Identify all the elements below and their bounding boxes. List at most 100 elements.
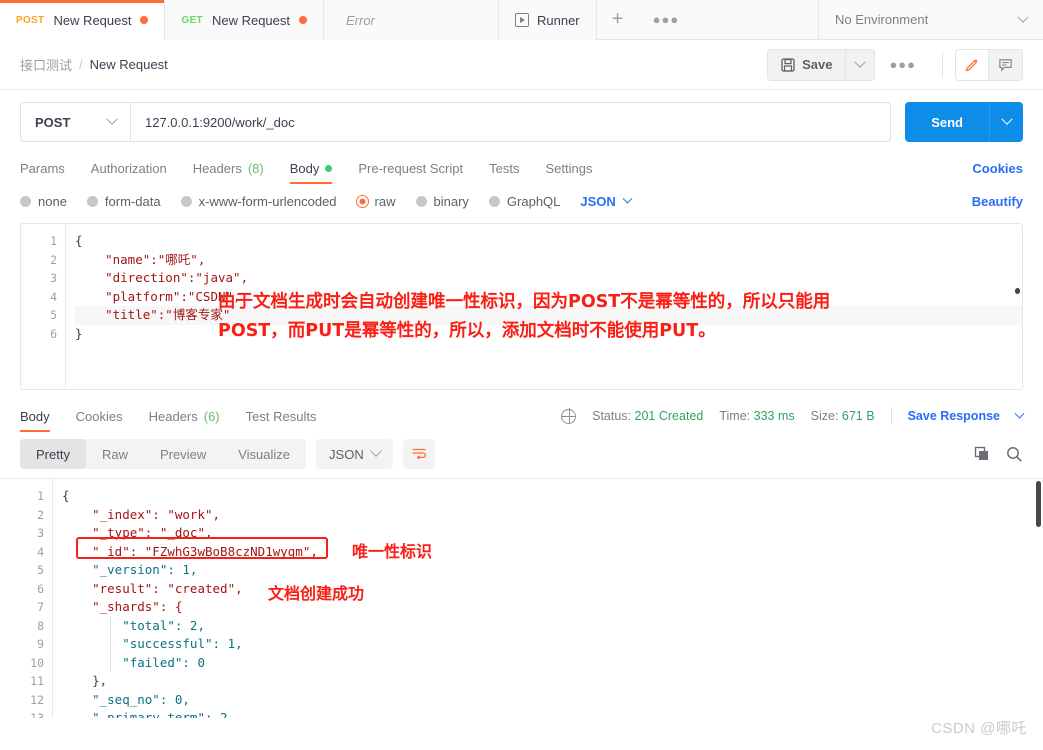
- tab-label: Body: [20, 408, 50, 424]
- comment-button[interactable]: [989, 48, 1023, 81]
- tab-title: New Request: [211, 12, 290, 28]
- line-number: 10: [30, 655, 44, 670]
- line-number: 5: [37, 563, 44, 577]
- new-tab-button[interactable]: +: [597, 0, 639, 39]
- save-response-button[interactable]: Save Response: [908, 409, 1000, 423]
- code-line: "_version": 1,: [62, 562, 198, 577]
- breadcrumb-collection[interactable]: 接口测试: [20, 55, 72, 74]
- body-format-selector[interactable]: JSON: [580, 193, 633, 209]
- scrollbar-thumb[interactable]: [1015, 288, 1020, 294]
- tab-params[interactable]: Params: [20, 152, 65, 184]
- scrollbar-thumb[interactable]: [1036, 481, 1041, 527]
- body-type-urlencoded[interactable]: x-www-form-urlencoded: [180, 194, 337, 209]
- tab-pre-request-script[interactable]: Pre-request Script: [358, 152, 463, 184]
- code-line: },: [62, 673, 108, 688]
- comment-icon: [999, 59, 1012, 72]
- line-number: 3: [37, 526, 44, 540]
- code-area: 1 2 3 4 5 6 7 8 9 10 11 12 13 14 { "_ind…: [0, 479, 1043, 718]
- response-toolbar: Pretty Raw Preview Visualize JSON: [0, 434, 1043, 474]
- save-button[interactable]: Save: [767, 48, 846, 81]
- tab-body[interactable]: Body: [289, 152, 333, 184]
- response-format-selector[interactable]: JSON: [316, 439, 393, 469]
- watermark: CSDN @哪吒: [931, 720, 1027, 737]
- response-body-viewer[interactable]: 1 2 3 4 5 6 7 8 9 10 11 12 13 14 { "_ind…: [0, 478, 1043, 718]
- tab-title: New Request: [53, 12, 132, 28]
- request-tab-error[interactable]: Error: [324, 0, 499, 40]
- size-label: Size:: [810, 409, 839, 423]
- chevron-down-icon: [1017, 11, 1029, 23]
- request-tab-get[interactable]: GET New Request: [165, 0, 324, 40]
- indent-guide: [110, 616, 111, 672]
- copy-icon[interactable]: [974, 446, 990, 462]
- runner-button[interactable]: Runner: [499, 0, 597, 40]
- tab-authorization[interactable]: Authorization: [91, 152, 167, 184]
- runner-play-icon: [515, 13, 529, 27]
- body-type-binary[interactable]: binary: [415, 194, 469, 209]
- word-wrap-button[interactable]: [402, 439, 435, 469]
- code-lines[interactable]: { "_index": "work", "_type": "_doc", "_i…: [52, 479, 1043, 718]
- code-line: {: [62, 488, 70, 503]
- body-type-graphql[interactable]: GraphQL: [488, 194, 560, 209]
- breadcrumb-row: 接口测试 / New Request Save ●●●: [0, 40, 1043, 90]
- save-label: Save: [802, 57, 833, 72]
- edit-request-button[interactable]: [955, 48, 989, 81]
- chevron-down-icon: [1000, 113, 1013, 125]
- method-selector[interactable]: POST: [20, 102, 130, 142]
- line-number: 1: [50, 234, 57, 248]
- url-input[interactable]: 127.0.0.1:9200/work/_doc: [130, 102, 892, 142]
- request-tab-post[interactable]: POST New Request: [0, 0, 166, 40]
- code-line: "direction":"java",: [75, 270, 249, 285]
- tab-settings[interactable]: Settings: [545, 152, 592, 184]
- tab-tests[interactable]: Tests: [489, 152, 519, 184]
- line-number: 1: [37, 489, 44, 503]
- body-present-dot-icon: [325, 164, 333, 172]
- line-number: 3: [50, 271, 57, 285]
- breadcrumb-request[interactable]: New Request: [90, 57, 168, 72]
- tab-label: Test Results: [245, 408, 317, 424]
- request-more-button[interactable]: ●●●: [875, 57, 930, 72]
- response-tab-test-results[interactable]: Test Results: [246, 400, 317, 432]
- view-visualize[interactable]: Visualize: [222, 439, 306, 469]
- body-type-label: none: [38, 194, 67, 209]
- send-button[interactable]: Send: [905, 102, 989, 142]
- body-type-form-data[interactable]: form-data: [86, 194, 161, 209]
- beautify-link[interactable]: Beautify: [972, 194, 1023, 209]
- chevron-down-icon[interactable]: [1014, 408, 1025, 419]
- view-raw[interactable]: Raw: [86, 439, 144, 469]
- line-number-gutter: 1 2 3 4 5 6: [21, 224, 65, 389]
- tab-title: Error: [346, 12, 375, 28]
- line-number-gutter: 1 2 3 4 5 6 7 8 9 10 11 12 13 14: [0, 479, 52, 718]
- body-type-raw[interactable]: raw: [356, 194, 396, 209]
- tab-label: Authorization: [90, 160, 167, 176]
- tab-more-button[interactable]: ●●●: [639, 0, 694, 39]
- gutter-divider: [65, 224, 66, 389]
- divider: [890, 407, 892, 425]
- tab-label: Params: [20, 160, 65, 176]
- radio-icon: [86, 196, 98, 207]
- time-text: Time: 333 ms: [719, 409, 794, 423]
- line-number: 6: [50, 326, 57, 341]
- environment-selector[interactable]: No Environment: [818, 0, 1043, 39]
- search-icon[interactable]: [1006, 446, 1023, 463]
- save-options-button[interactable]: [845, 48, 876, 81]
- radio-icon: [488, 196, 500, 207]
- response-tab-cookies[interactable]: Cookies: [76, 400, 123, 432]
- send-options-button[interactable]: [989, 102, 1023, 142]
- view-preview[interactable]: Preview: [144, 439, 222, 469]
- response-tab-body[interactable]: Body: [20, 400, 50, 432]
- body-type-none[interactable]: none: [20, 194, 67, 209]
- response-actions: [974, 446, 1023, 463]
- annotation-post-vs-put: 由于文档生成时会自动创建唯一性标识，因为POST不是幂等性的，所以只能用POST…: [218, 292, 831, 341]
- code-line: "_index": "work",: [62, 506, 221, 522]
- response-tab-headers[interactable]: Headers (6): [149, 400, 220, 432]
- status-value: 201 Created: [634, 409, 704, 423]
- response-scrollbar[interactable]: [1033, 481, 1041, 716]
- tab-headers[interactable]: Headers (8): [193, 152, 264, 184]
- editor-scrollbar[interactable]: [1012, 226, 1020, 387]
- code-line: "_seq_no": 0,: [62, 691, 190, 707]
- view-pretty[interactable]: Pretty: [20, 439, 86, 469]
- headers-count: (6): [203, 408, 220, 424]
- cookies-link[interactable]: Cookies: [972, 161, 1023, 176]
- body-type-label: form-data: [104, 194, 161, 209]
- radio-icon: [180, 196, 192, 207]
